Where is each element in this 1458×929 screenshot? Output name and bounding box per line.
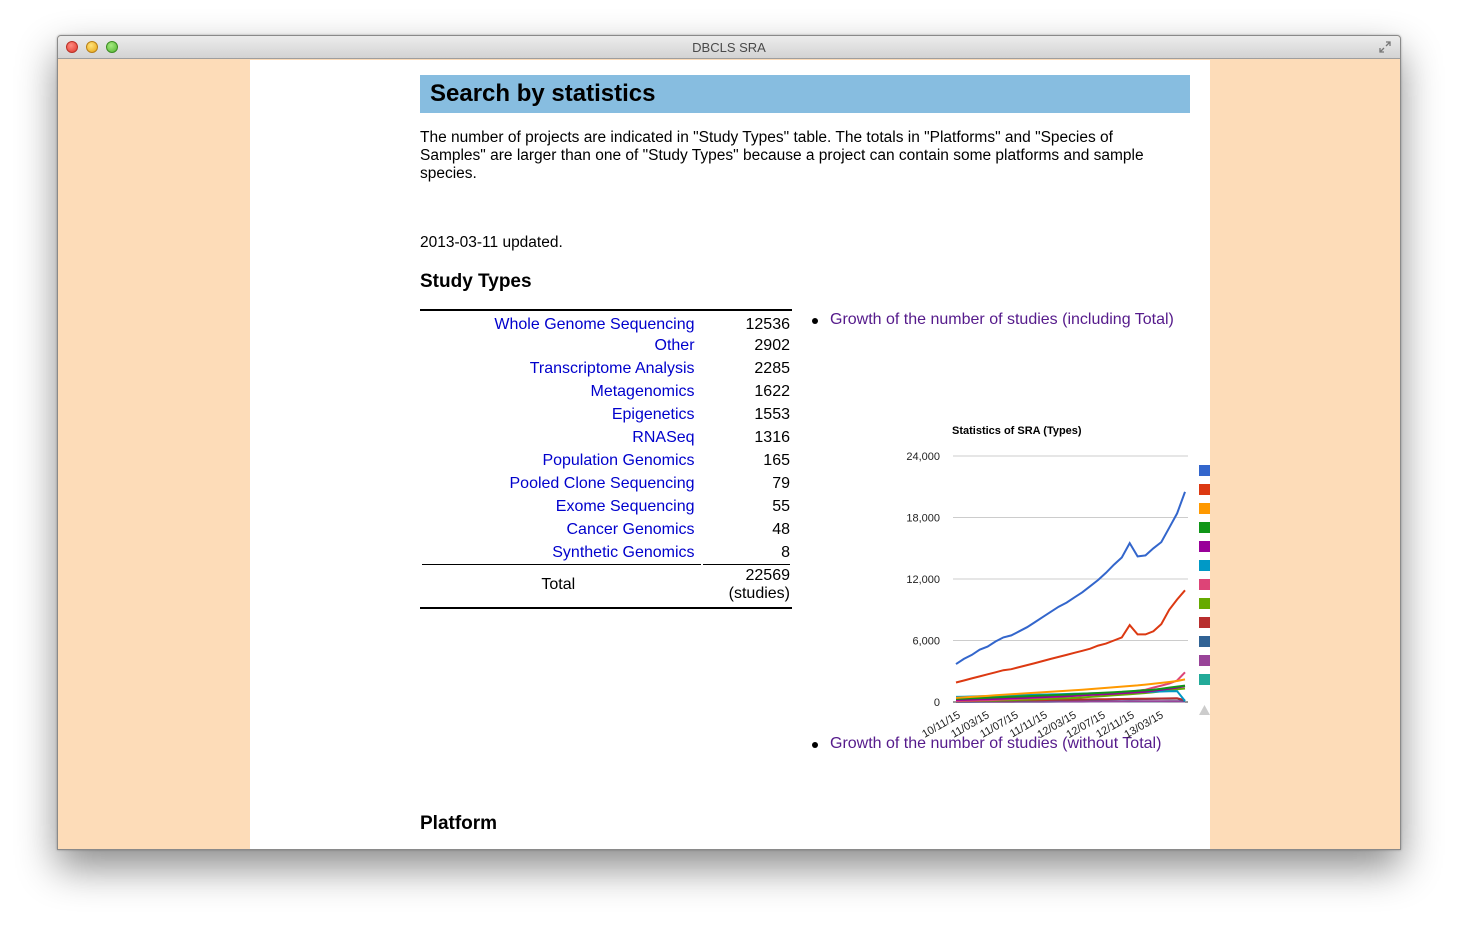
legend-swatch: [1199, 579, 1210, 590]
study-type-link[interactable]: Whole Genome Sequencing: [494, 316, 694, 333]
total-unit: (studies): [728, 585, 790, 602]
legend-swatch: [1199, 655, 1210, 666]
legend-swatch: [1199, 674, 1210, 685]
legend-swatch: [1199, 617, 1210, 628]
legend-prev-icon: [1199, 705, 1210, 715]
study-type-count: 2902: [754, 336, 790, 354]
chart-title: Statistics of SRA (Types): [952, 425, 1082, 437]
study-types-table: Whole Genome Sequencing 12536 Other 2902 Tra…: [420, 309, 792, 609]
table-row: Pooled Clone Sequencing 79: [422, 472, 791, 495]
y-tick-label: 18,000: [906, 513, 940, 525]
table-row: Cancer Genomics 48: [422, 518, 790, 541]
study-type-count: 55: [772, 497, 790, 515]
legend-swatch: [1199, 465, 1210, 476]
study-type-link[interactable]: Transcriptome Analysis: [530, 360, 695, 377]
study-type-cell: Other: [422, 334, 701, 357]
growth-including-total-link[interactable]: Growth of the number of studies (includi…: [830, 311, 1174, 328]
study-type-cell: Cancer Genomics: [422, 518, 701, 541]
growth-including-total-item: Growth of the number of studies (includi…: [812, 311, 1174, 329]
table-row: Epigenetics 1553: [422, 403, 790, 426]
window-title: DBCLS SRA: [692, 40, 766, 55]
study-type-cell: Exome Sequencing: [422, 495, 701, 518]
table-row: Metagenomics 1622: [422, 380, 790, 403]
legend-swatch: [1199, 636, 1210, 647]
table-row: Exome Sequencing 55: [422, 495, 790, 518]
study-type-count: 2285: [754, 359, 790, 377]
study-type-link[interactable]: Pooled Clone Sequencing: [510, 475, 695, 492]
study-type-count: 1316: [754, 428, 790, 446]
page-content: Search by statistics The number of proje…: [250, 60, 1210, 849]
study-type-count: 48: [772, 520, 790, 538]
table-row: Population Genomics 165: [422, 449, 790, 472]
legend-swatch: [1199, 541, 1210, 552]
browser-window: DBCLS SRA Search by statistics The numbe…: [57, 35, 1401, 850]
legend-swatch: [1199, 560, 1210, 571]
study-type-link[interactable]: Exome Sequencing: [556, 498, 695, 515]
bullet: [812, 742, 818, 748]
fullscreen-icon[interactable]: [1378, 40, 1392, 54]
study-type-count: 12536: [745, 315, 791, 333]
study-type-count: 8: [781, 543, 790, 561]
study-type-count: 165: [763, 451, 790, 469]
study-types-heading: Study Types: [420, 271, 532, 292]
study-type-link[interactable]: Metagenomics: [590, 383, 694, 400]
study-type-link[interactable]: Cancer Genomics: [566, 521, 694, 538]
y-tick-label: 6,000: [912, 636, 940, 648]
table-row: Other 2902: [422, 334, 790, 357]
study-type-cell: Pooled Clone Sequencing: [422, 472, 701, 495]
platform-heading: Platform: [420, 813, 498, 834]
total-value-cell: 22569 (studies): [702, 564, 791, 607]
series-line: [955, 589, 1186, 684]
y-tick-label: 12,000: [906, 574, 940, 586]
legend-swatch: [1199, 484, 1210, 495]
study-type-cell: Metagenomics: [422, 380, 701, 403]
study-type-link[interactable]: Epigenetics: [612, 406, 695, 423]
table-row: RNASeq 1316: [422, 426, 790, 449]
study-type-cell: RNASeq: [422, 426, 701, 449]
table-row: Whole Genome Sequencing 12536: [422, 311, 790, 334]
study-type-cell: Synthetic Genomics: [422, 541, 701, 564]
study-type-link[interactable]: RNASeq: [632, 429, 694, 446]
legend-swatch: [1199, 522, 1210, 533]
study-type-cell: Whole Genome Sequencing: [422, 311, 701, 334]
page-title: Search by statistics: [430, 80, 656, 107]
study-type-count: 1622: [754, 382, 790, 400]
intro-paragraph: The number of projects are indicated in …: [420, 129, 1144, 182]
study-type-link[interactable]: Population Genomics: [542, 452, 694, 469]
legend-swatch: [1199, 503, 1210, 514]
study-type-link[interactable]: Synthetic Genomics: [552, 544, 694, 561]
study-type-cell: Population Genomics: [422, 449, 701, 472]
total-row: Total 22569 (studies): [422, 564, 790, 607]
study-type-count: 79: [772, 474, 790, 492]
y-tick-label: 0: [934, 697, 940, 709]
title-bar: DBCLS SRA: [58, 36, 1400, 59]
legend-swatch: [1199, 598, 1210, 609]
bullet: [812, 318, 818, 324]
total-label: Total: [422, 564, 701, 607]
study-type-count: 1553: [754, 405, 790, 423]
page-heading-bar: Search by statistics: [420, 75, 1190, 113]
table-row: Synthetic Genomics 8: [422, 541, 790, 564]
study-type-link[interactable]: Other: [655, 337, 695, 354]
updated-date: 2013-03-11 updated.: [420, 234, 563, 251]
y-tick-label: 24,000: [906, 451, 940, 463]
types-line-chart: Statistics of SRA (Types) 0 6,000 12,000 18,…: [906, 425, 1210, 741]
total-value: 22569: [745, 567, 791, 584]
study-type-cell: Epigenetics: [422, 403, 701, 426]
table-row: Transcriptome Analysis 2285: [422, 357, 790, 380]
study-type-cell: Transcriptome Analysis: [422, 357, 701, 380]
